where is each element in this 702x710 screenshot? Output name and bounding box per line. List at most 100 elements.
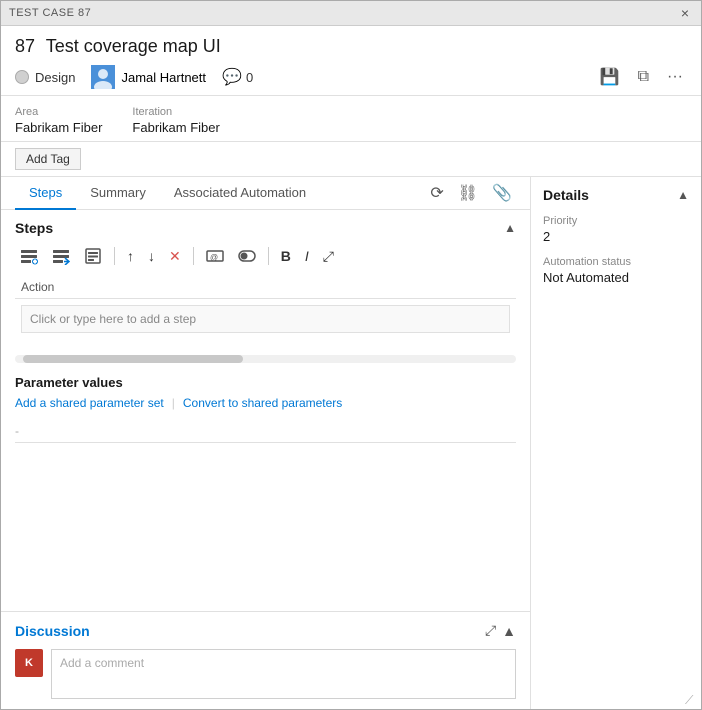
discussion-collapse-button[interactable]: ▲	[502, 623, 516, 639]
more-button[interactable]: ···	[663, 66, 687, 88]
automation-status-field: Automation status Not Automated	[543, 256, 689, 285]
priority-label: Priority	[543, 215, 689, 227]
tabs-row: Steps Summary Associated Automation ⟳ ⛓ …	[1, 177, 530, 210]
add-step-button[interactable]	[15, 244, 43, 268]
dash-line: -	[1, 420, 530, 442]
move-up-button[interactable]: ↑	[122, 245, 139, 267]
fields-row: Area Fabrikam Fiber Iteration Fabrikam F…	[1, 96, 701, 142]
expand-button[interactable]: ⤢	[318, 245, 339, 268]
add-shared-param-link[interactable]: Add a shared parameter set	[15, 396, 164, 410]
main-panel: Steps Summary Associated Automation ⟳ ⛓ …	[1, 177, 531, 709]
add-tag-button[interactable]: Add Tag	[15, 148, 81, 170]
assignee-wrap[interactable]: Jamal Hartnett	[91, 65, 206, 89]
scrollbar-thumb[interactable]	[23, 355, 243, 363]
comment-count: 0	[246, 70, 253, 85]
insert-param-button[interactable]: @	[201, 244, 229, 268]
comment-input[interactable]: Add a comment	[51, 649, 516, 699]
case-number: 87	[15, 36, 35, 56]
refresh-button[interactable]: ⟳	[426, 179, 447, 207]
tab-actions: ⟳ ⛓ 📎	[426, 179, 516, 207]
delete-step-button[interactable]: ✕	[164, 245, 186, 268]
comment-icon: 💬	[222, 67, 242, 87]
steps-collapse-button[interactable]: ▲	[504, 221, 516, 235]
insert-shared-button[interactable]	[79, 244, 107, 268]
tab-summary[interactable]: Summary	[76, 177, 160, 210]
window-header: 87 Test coverage map UI Design Jamal Har…	[1, 26, 701, 96]
main-window: TEST CASE 87 × 87 Test coverage map UI D…	[0, 0, 702, 710]
steps-section: Steps ▲	[1, 210, 530, 349]
automation-status-value[interactable]: Not Automated	[543, 270, 689, 285]
header-actions: 💾 ⧉ ···	[596, 65, 687, 89]
discussion-expand-button[interactable]: ⤢	[485, 622, 496, 639]
automation-status-label: Automation status	[543, 256, 689, 268]
avatar	[91, 65, 115, 89]
comment-avatar: K	[15, 649, 43, 677]
param-title: Parameter values	[15, 375, 516, 390]
close-button[interactable]: ×	[677, 5, 693, 21]
priority-value[interactable]: 2	[543, 229, 689, 244]
details-header: Details ▲	[543, 187, 689, 203]
comment-row: K Add a comment	[15, 649, 516, 699]
param-section: Parameter values Add a shared parameter …	[1, 365, 530, 420]
right-panel: Details ▲ Priority 2 Automation status N…	[531, 177, 701, 709]
header-meta: Design Jamal Hartnett 💬 0 💾 ⧉	[15, 65, 687, 89]
area-label: Area	[15, 106, 102, 118]
status-badge[interactable]: Design	[15, 70, 75, 85]
action-column-header: Action	[15, 276, 516, 299]
toolbar-sep-2	[193, 247, 194, 265]
param-divider: |	[172, 396, 175, 410]
toolbar-sep-1	[114, 247, 115, 265]
toolbar-sep-3	[268, 247, 269, 265]
convert-shared-link[interactable]: Convert to shared parameters	[183, 396, 342, 410]
details-title: Details	[543, 187, 589, 203]
area-value[interactable]: Fabrikam Fiber	[15, 120, 102, 135]
details-collapse-button[interactable]: ▲	[677, 188, 689, 202]
title-bar-label: TEST CASE 87	[9, 7, 91, 19]
title-bar: TEST CASE 87 ×	[1, 1, 701, 26]
bold-button[interactable]: B	[276, 245, 296, 267]
priority-field: Priority 2	[543, 215, 689, 244]
link-button[interactable]: ⛓	[454, 179, 482, 207]
toggle-button[interactable]	[233, 244, 261, 268]
area-field: Area Fabrikam Fiber	[15, 106, 102, 135]
move-down-button[interactable]: ↓	[143, 245, 160, 267]
window-title: 87 Test coverage map UI	[15, 36, 687, 57]
italic-button[interactable]: I	[300, 245, 314, 267]
add-shared-step-button[interactable]	[47, 244, 75, 268]
steps-toolbar: ↑ ↓ ✕ @	[15, 244, 516, 268]
attach-button[interactable]: 📎	[488, 179, 516, 207]
discussion-header: Discussion ⤢ ▲	[15, 622, 516, 639]
steps-title: Steps	[15, 220, 53, 236]
add-step-icon	[20, 247, 38, 265]
assignee-name: Jamal Hartnett	[121, 70, 206, 85]
tab-associated-automation[interactable]: Associated Automation	[160, 177, 320, 210]
mini-divider	[15, 442, 516, 443]
scrollbar-track[interactable]	[15, 355, 516, 363]
status-dot	[15, 70, 29, 84]
discussion-section: Discussion ⤢ ▲ K Add a comment	[1, 611, 530, 709]
add-step-input[interactable]: Click or type here to add a step	[21, 305, 510, 333]
copy-button[interactable]: ⧉	[634, 66, 653, 88]
param-links: Add a shared parameter set | Convert to …	[15, 396, 516, 410]
resize-handle[interactable]: ⟋	[685, 693, 697, 705]
status-text: Design	[35, 70, 75, 85]
discussion-actions: ⤢ ▲	[485, 622, 516, 639]
discussion-title: Discussion	[15, 623, 90, 639]
toggle-icon	[238, 247, 256, 265]
steps-header: Steps ▲	[15, 220, 516, 236]
content-area: Steps Summary Associated Automation ⟳ ⛓ …	[1, 177, 701, 709]
scrollbar-row	[1, 353, 530, 365]
steps-table: Action Click or type here to add a step	[15, 276, 516, 339]
avatar-image	[91, 65, 115, 89]
comment-avatar-initials: K	[25, 657, 33, 669]
iteration-value[interactable]: Fabrikam Fiber	[132, 120, 219, 135]
tab-steps[interactable]: Steps	[15, 177, 76, 210]
case-title: Test coverage map UI	[46, 36, 221, 56]
svg-text:@: @	[210, 253, 218, 262]
save-button[interactable]: 💾	[596, 65, 624, 89]
comment-badge[interactable]: 💬 0	[222, 67, 253, 87]
add-shared-step-icon	[52, 247, 70, 265]
insert-shared-icon	[84, 247, 102, 265]
insert-param-icon: @	[206, 247, 224, 265]
add-step-row: Click or type here to add a step	[15, 299, 516, 340]
